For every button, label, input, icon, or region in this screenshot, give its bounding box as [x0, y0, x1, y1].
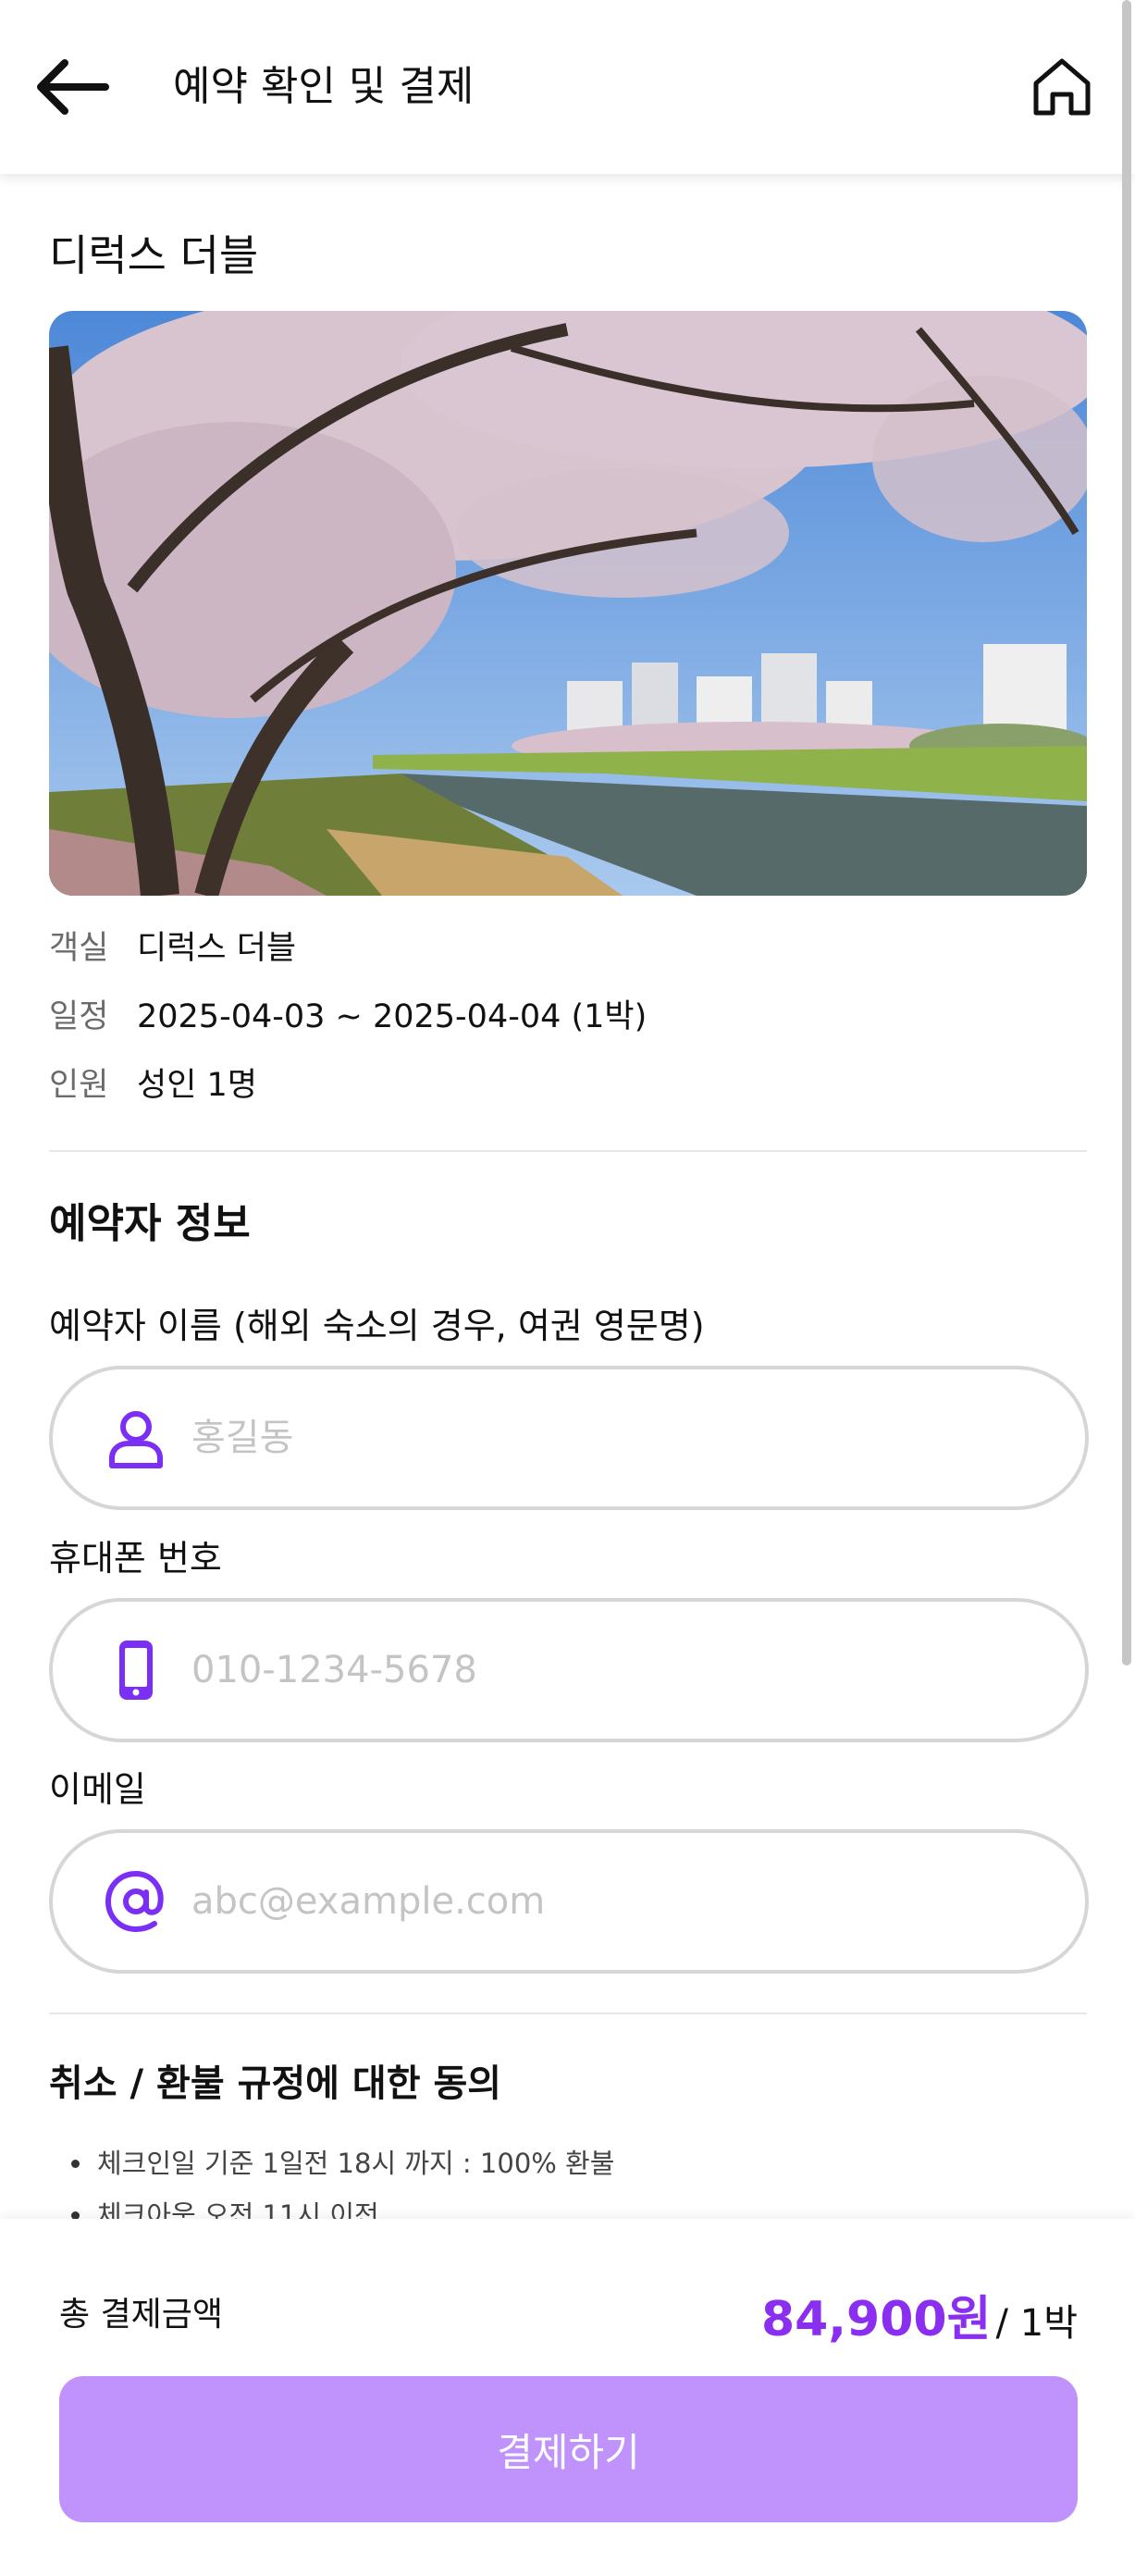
app-header: 예약 확인 및 결제: [0, 0, 1135, 174]
policy-title: 취소 / 환불 규정에 대한 동의: [49, 2062, 502, 2105]
payment-footer: 총 결제금액 84,900원 / 1박 결제하기: [0, 2219, 1135, 2576]
page-title: 예약 확인 및 결제: [173, 63, 475, 110]
total-price: 84,900원 / 1박: [761, 2280, 1078, 2349]
back-arrow-icon: [37, 59, 109, 115]
person-icon: [109, 1411, 163, 1468]
back-button[interactable]: [33, 52, 111, 122]
total-label: 총 결제금액: [59, 2296, 224, 2334]
per-night-label: / 1박: [995, 2302, 1078, 2345]
name-input[interactable]: [191, 1401, 1024, 1475]
divider: [49, 1150, 1087, 1152]
scrollbar[interactable]: [1122, 0, 1131, 1666]
phone-icon: [119, 1641, 153, 1700]
guests-value: 성인 1명: [137, 1067, 257, 1104]
divider: [49, 2012, 1087, 2014]
policy-item: 체크인일 기준 1일전 18시 까지 : 100% 환불: [49, 2137, 614, 2189]
phone-field[interactable]: [49, 1598, 1089, 1742]
guests-label: 인원: [49, 1067, 109, 1104]
schedule-info-row: 일정 2025-04-03 ~ 2025-04-04 (1박): [49, 994, 647, 1040]
total-amount: 84,900원: [760, 2292, 992, 2347]
booker-section-title: 예약자 정보: [49, 1200, 251, 1247]
room-label: 객실: [49, 930, 109, 967]
schedule-value: 2025-04-03 ~ 2025-04-04 (1박): [137, 998, 648, 1035]
guests-info-row: 인원 성인 1명: [49, 1062, 257, 1108]
email-input[interactable]: [191, 1864, 1024, 1938]
room-value: 디럭스 더블: [137, 930, 297, 967]
home-button[interactable]: [1029, 54, 1095, 120]
schedule-label: 일정: [49, 998, 109, 1035]
at-sign-icon: [105, 1870, 164, 1933]
email-field[interactable]: [49, 1829, 1089, 1974]
pay-button[interactable]: 결제하기: [59, 2376, 1078, 2522]
room-photo: [49, 311, 1087, 896]
name-field[interactable]: [49, 1366, 1089, 1510]
room-name: 디럭스 더블: [49, 230, 259, 280]
name-field-label: 예약자 이름 (해외 숙소의 경우, 여권 영문명): [49, 1306, 705, 1346]
phone-field-label: 휴대폰 번호: [49, 1538, 222, 1579]
room-info-row: 객실 디럭스 더블: [49, 925, 296, 972]
email-field-label: 이메일: [49, 1769, 146, 1810]
phone-input[interactable]: [191, 1633, 1024, 1707]
home-icon: [1033, 58, 1091, 116]
